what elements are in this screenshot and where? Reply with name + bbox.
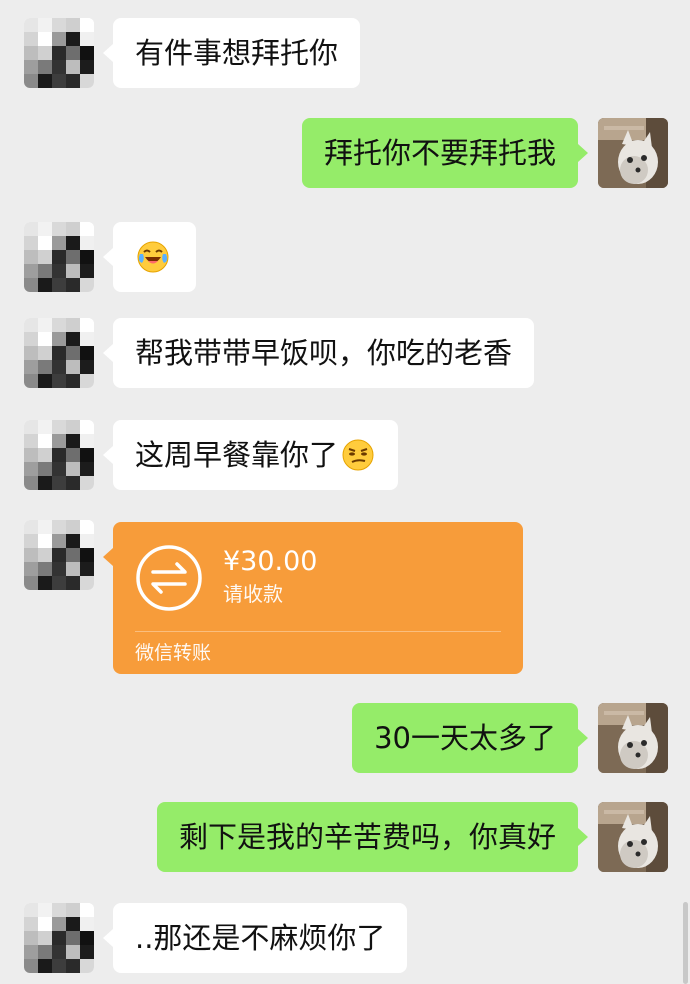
transfer-arrows-icon [136,545,202,611]
message-text: 这周早餐靠你了 [135,438,339,472]
contact-avatar[interactable] [24,520,94,590]
message-bubble[interactable]: 帮我带带早饭呗，你吃的老香 [102,318,535,388]
cat-avatar-icon [598,703,668,773]
message-row-received: ..那还是不麻烦你了 [0,903,690,973]
message-row-sent: 剩下是我的辛苦费吗，你真好 [0,802,690,872]
my-avatar[interactable] [598,703,668,773]
transfer-divider [135,631,501,632]
smirk-emoji-icon [342,439,375,471]
message-bubble[interactable]: 30一天太多了 [352,703,588,773]
emoji-message-bubble[interactable] [103,222,196,292]
pixelated-avatar-icon [24,903,94,973]
message-row-received: 有件事想拜托你 [0,18,690,88]
message-row-sent: 30一天太多了 [0,703,690,773]
pixelated-avatar-icon [24,420,94,490]
cat-avatar-icon [598,118,668,188]
transfer-status: 请收款 [223,582,283,606]
message-row-received [0,222,690,292]
pixelated-avatar-icon [24,520,94,590]
crying-laughing-emoji-icon [137,241,169,273]
my-avatar[interactable] [598,802,668,872]
pixelated-avatar-icon [24,18,94,88]
contact-avatar[interactable] [24,420,94,490]
message-row-sent: 拜托你不要拜托我 [0,118,690,188]
transfer-amount: ¥30.00 [223,546,318,577]
message-row-received: 帮我带带早饭呗，你吃的老香 [0,318,690,388]
message-bubble[interactable]: ..那还是不麻烦你了 [102,903,408,973]
message-bubble[interactable]: 这周早餐靠你了 [102,420,399,490]
contact-avatar[interactable] [24,222,94,292]
message-bubble[interactable]: 有件事想拜托你 [102,18,361,88]
scrollbar[interactable] [683,902,688,984]
contact-avatar[interactable] [24,318,94,388]
pixelated-avatar-icon [24,222,94,292]
contact-avatar[interactable] [24,18,94,88]
message-row-received: 这周早餐靠你了 [0,420,690,490]
message-bubble[interactable]: 剩下是我的辛苦费吗，你真好 [156,802,589,872]
wechat-transfer-card[interactable]: ¥30.00 请收款 微信转账 [103,522,523,674]
my-avatar[interactable] [598,118,668,188]
transfer-footer-label: 微信转账 [135,642,212,664]
pixelated-avatar-icon [24,318,94,388]
contact-avatar[interactable] [24,903,94,973]
message-bubble[interactable]: 拜托你不要拜托我 [301,118,589,188]
cat-avatar-icon [598,802,668,872]
